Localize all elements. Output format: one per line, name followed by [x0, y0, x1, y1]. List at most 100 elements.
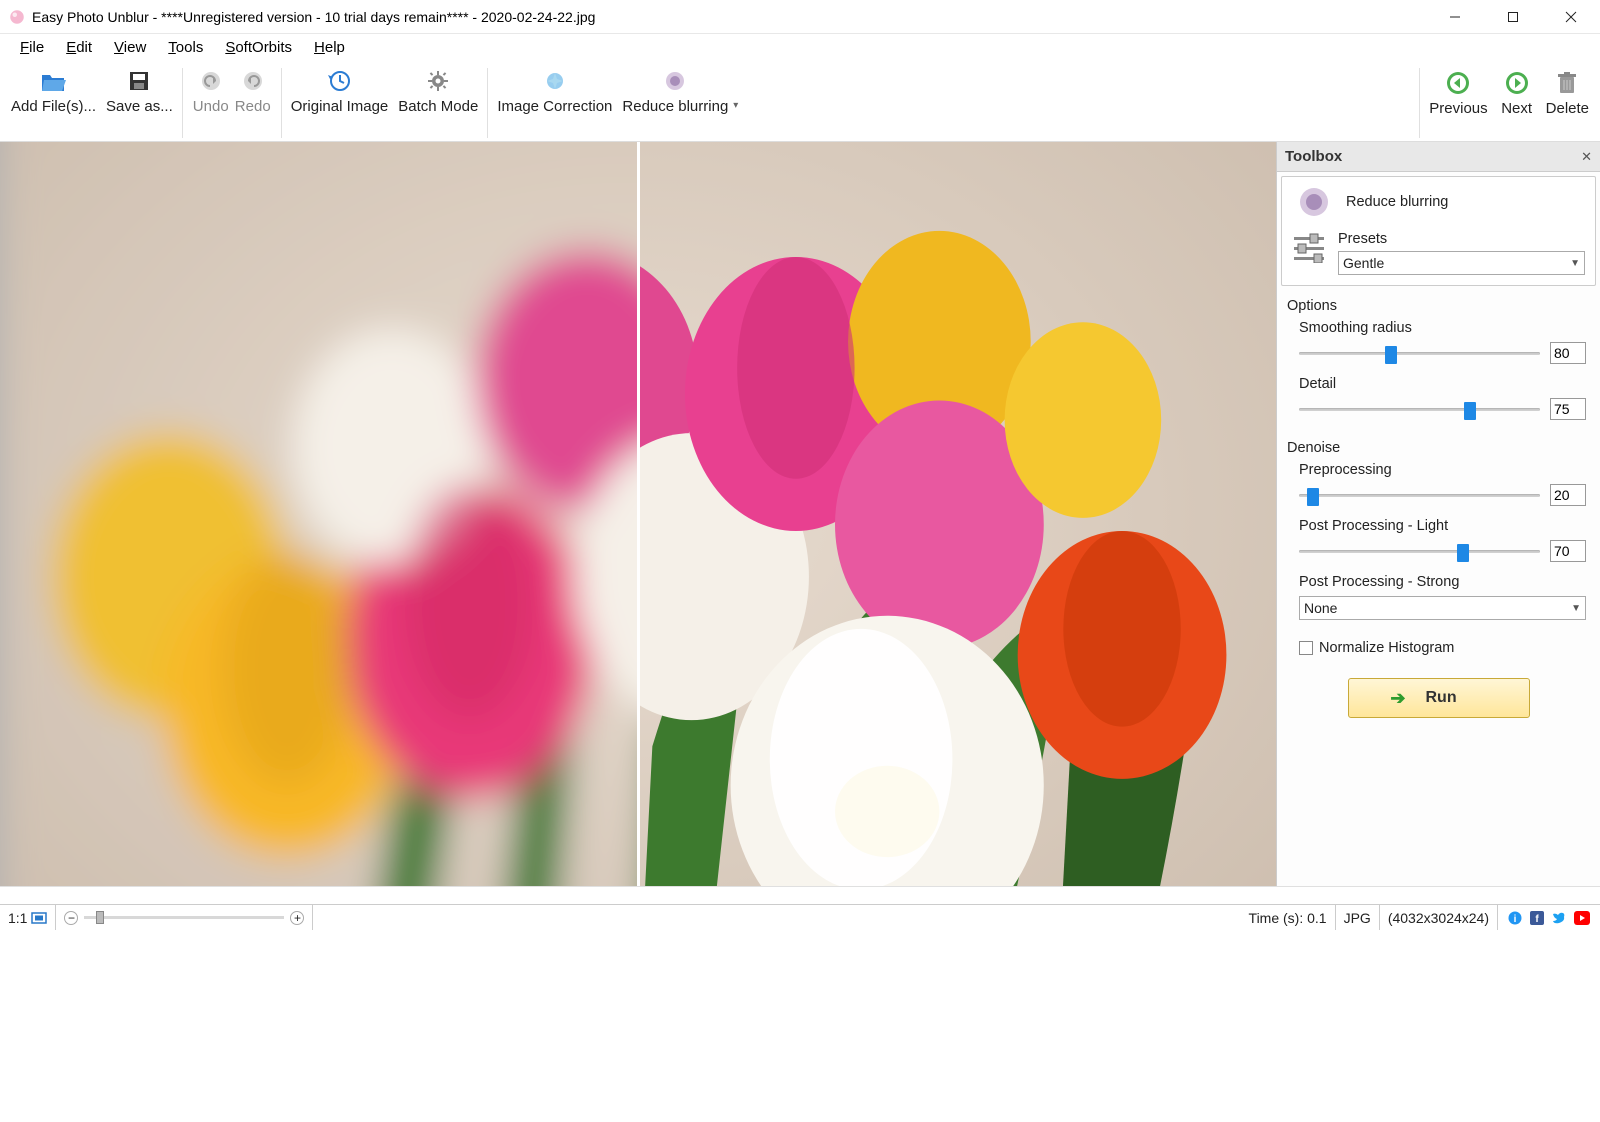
previous-button[interactable]: Previous: [1424, 66, 1492, 119]
save-icon: [127, 69, 151, 93]
toolbox-panel: Toolbox ✕ Reduce blurring Presets G: [1276, 142, 1600, 886]
save-as-button[interactable]: Save as...: [101, 64, 178, 117]
zoom-ratio-label: 1:1: [8, 910, 27, 926]
post-strong-label: Post Processing - Strong: [1281, 570, 1596, 594]
menu-help[interactable]: Help: [304, 37, 355, 58]
main-area: Toolbox ✕ Reduce blurring Presets G: [0, 142, 1600, 886]
batch-mode-label: Batch Mode: [398, 98, 478, 115]
preset-value: Gentle: [1343, 255, 1384, 271]
smoothing-slider[interactable]: [1299, 344, 1540, 362]
preprocessing-slider[interactable]: [1299, 486, 1540, 504]
toolbar-separator: [182, 68, 183, 138]
window-controls: [1426, 0, 1600, 33]
blur-circle-icon: [663, 69, 687, 93]
status-time: Time (s): 0.1: [1241, 905, 1336, 930]
close-button[interactable]: [1542, 0, 1600, 33]
comparison-divider[interactable]: [637, 142, 640, 886]
run-arrow-icon: ➔: [1390, 688, 1405, 709]
zoom-ratio[interactable]: 1:1: [0, 905, 56, 930]
run-button[interactable]: ➔ Run: [1348, 678, 1530, 718]
reduce-blurring-label: Reduce blurring: [622, 98, 728, 115]
batch-mode-button[interactable]: Batch Mode: [393, 64, 483, 117]
redo-button[interactable]: Redo: [229, 64, 277, 117]
run-label: Run: [1425, 689, 1456, 707]
title-bar: Easy Photo Unblur - ****Unregistered ver…: [0, 0, 1600, 34]
reduce-blurring-button[interactable]: Reduce blurring: [617, 64, 733, 117]
denoise-group-label: Denoise: [1277, 434, 1600, 458]
toolbar-overflow[interactable]: ▾: [733, 100, 745, 117]
post-strong-value: None: [1304, 600, 1337, 616]
info-icon[interactable]: i: [1508, 911, 1522, 925]
smoothing-label: Smoothing radius: [1299, 320, 1586, 336]
minimize-button[interactable]: [1426, 0, 1484, 33]
menu-tools[interactable]: Tools: [158, 37, 213, 58]
zoom-control[interactable]: − +: [56, 905, 313, 930]
previous-icon: [1445, 70, 1471, 96]
zoom-out-icon[interactable]: −: [64, 911, 78, 925]
delete-label: Delete: [1546, 100, 1589, 117]
redo-label: Redo: [235, 98, 271, 115]
toolbar-separator: [487, 68, 488, 138]
undo-label: Undo: [193, 98, 229, 115]
tool-name-label: Reduce blurring: [1346, 194, 1448, 210]
toolbar-separator: [1419, 68, 1420, 138]
toolbox-close-icon[interactable]: ✕: [1581, 149, 1592, 165]
undo-icon: [199, 70, 223, 92]
status-bar: 1:1 − + Time (s): 0.1 JPG (4032x3024x24)…: [0, 904, 1600, 930]
preprocessing-input[interactable]: [1550, 484, 1586, 506]
status-dimensions: (4032x3024x24): [1380, 905, 1498, 930]
redo-icon: [241, 70, 265, 92]
original-image-label: Original Image: [291, 98, 389, 115]
chevron-down-icon: ▼: [1571, 603, 1581, 614]
status-format: JPG: [1336, 905, 1380, 930]
blank-strip: [0, 886, 1600, 904]
image-correction-button[interactable]: Image Correction: [492, 64, 617, 117]
toolbox-title: Toolbox: [1285, 148, 1581, 165]
maximize-button[interactable]: [1484, 0, 1542, 33]
svg-text:i: i: [1514, 914, 1517, 925]
save-as-label: Save as...: [106, 98, 173, 115]
detail-label: Detail: [1299, 376, 1586, 392]
normalize-label: Normalize Histogram: [1319, 640, 1454, 656]
trash-icon: [1556, 71, 1578, 95]
history-icon: [327, 69, 353, 93]
next-button[interactable]: Next: [1493, 66, 1541, 119]
zoom-in-icon[interactable]: +: [290, 911, 304, 925]
image-canvas[interactable]: [0, 142, 1276, 886]
smoothing-input[interactable]: [1550, 342, 1586, 364]
gear-icon: [426, 69, 450, 93]
preprocessing-label: Preprocessing: [1299, 462, 1586, 478]
menu-edit[interactable]: Edit: [56, 37, 102, 58]
delete-button[interactable]: Delete: [1541, 66, 1594, 119]
undo-button[interactable]: Undo: [187, 64, 235, 117]
options-group-label: Options: [1277, 292, 1600, 316]
toolbox-header: Toolbox ✕: [1277, 142, 1600, 172]
toolbar-separator: [281, 68, 282, 138]
menu-file[interactable]: File: [10, 37, 54, 58]
menu-softorbits[interactable]: SoftOrbits: [215, 37, 302, 58]
image-correction-label: Image Correction: [497, 98, 612, 115]
post-light-slider[interactable]: [1299, 542, 1540, 560]
sliders-icon: [1292, 233, 1330, 263]
facebook-icon[interactable]: f: [1530, 911, 1544, 925]
blur-circle-icon: [1292, 185, 1336, 219]
post-strong-select[interactable]: None ▼: [1299, 596, 1586, 620]
twitter-icon[interactable]: [1552, 911, 1566, 925]
menu-bar: File Edit View Tools SoftOrbits Help: [0, 34, 1600, 60]
window-title: Easy Photo Unblur - ****Unregistered ver…: [32, 9, 1426, 25]
toolbar: Add File(s)... Save as... Undo Redo Orig…: [0, 60, 1600, 142]
youtube-icon[interactable]: [1574, 911, 1590, 925]
post-light-input[interactable]: [1550, 540, 1586, 562]
next-icon: [1504, 70, 1530, 96]
presets-label: Presets: [1338, 231, 1585, 247]
add-files-label: Add File(s)...: [11, 98, 96, 115]
detail-input[interactable]: [1550, 398, 1586, 420]
normalize-checkbox[interactable]: [1299, 641, 1313, 655]
add-files-button[interactable]: Add File(s)...: [6, 64, 101, 117]
presets-select[interactable]: Gentle ▼: [1338, 251, 1585, 275]
previous-label: Previous: [1429, 100, 1487, 117]
detail-slider[interactable]: [1299, 400, 1540, 418]
original-image-button[interactable]: Original Image: [286, 64, 394, 117]
sparkle-icon: [542, 69, 568, 93]
menu-view[interactable]: View: [104, 37, 156, 58]
